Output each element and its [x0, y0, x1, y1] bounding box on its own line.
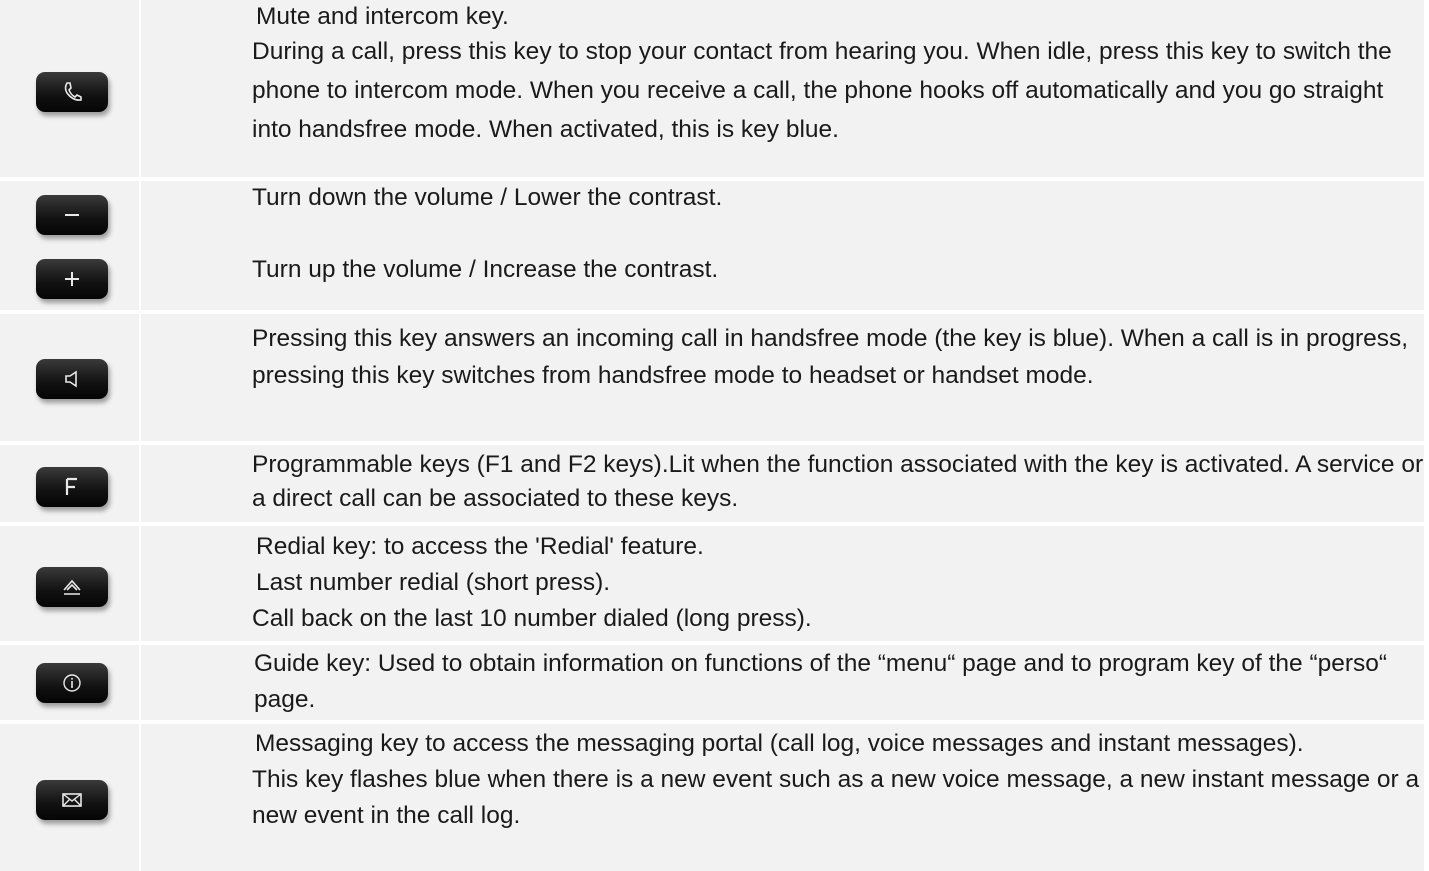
text-cell: Guide key: Used to obtain information on… — [140, 643, 1424, 724]
volume-up-text: Turn up the volume / Increase the contra… — [252, 256, 719, 283]
row-title: Redial key: to access the 'Redial' featu… — [256, 533, 704, 560]
table-row: Pressing this key answers an incoming ca… — [0, 312, 1424, 445]
icon-cell — [0, 179, 141, 314]
icon-cell — [0, 312, 141, 445]
mute-intercom-key-icon — [36, 72, 108, 112]
keys-table: Mute and intercom key. During a call, pr… — [0, 0, 1424, 871]
table-row: Guide key: Used to obtain information on… — [0, 643, 1424, 724]
speaker-key-icon — [36, 359, 108, 399]
text-cell: Mute and intercom key. During a call, pr… — [140, 0, 1424, 181]
table-row: Mute and intercom key. During a call, pr… — [0, 0, 1424, 181]
table-row: Programmable keys (F1 and F2 keys).Lit w… — [0, 443, 1424, 526]
text-cell: Turn down the volume / Lower the contras… — [140, 179, 1424, 314]
row-description: Guide key: Used to obtain information on… — [254, 650, 1388, 713]
row-description: During a call, press this key to stop yo… — [252, 38, 1392, 143]
row-description: Pressing this key answers an incoming ca… — [252, 325, 1409, 389]
text-cell: Redial key: to access the 'Redial' featu… — [140, 524, 1424, 645]
row-detail: Call back on the last 10 number dialed (… — [252, 605, 812, 632]
row-detail: Last number redial (short press). — [256, 569, 611, 596]
guide-info-key-icon — [36, 663, 108, 703]
icon-cell — [0, 643, 141, 724]
row-description: This key flashes blue when there is a ne… — [252, 766, 1420, 829]
text-cell: Pressing this key answers an incoming ca… — [140, 312, 1424, 445]
text-cell: Messaging key to access the messaging po… — [140, 722, 1424, 871]
row-description: Programmable keys (F1 and F2 keys).Lit w… — [252, 451, 1424, 512]
table-row: Redial key: to access the 'Redial' featu… — [0, 524, 1424, 645]
icon-cell — [0, 524, 141, 645]
programmable-f-key-icon — [36, 467, 108, 507]
table-row: Messaging key to access the messaging po… — [0, 722, 1424, 871]
volume-down-text: Turn down the volume / Lower the contras… — [252, 184, 723, 211]
icon-cell — [0, 722, 141, 871]
icon-cell — [0, 0, 141, 181]
messaging-envelope-key-icon — [36, 780, 108, 820]
volume-down-key-icon — [36, 195, 108, 235]
row-title: Messaging key to access the messaging po… — [255, 730, 1304, 757]
volume-up-key-icon — [36, 259, 108, 299]
icon-cell — [0, 443, 141, 526]
row-title: Mute and intercom key. — [256, 3, 509, 30]
text-cell: Programmable keys (F1 and F2 keys).Lit w… — [140, 443, 1424, 526]
table-row: Turn down the volume / Lower the contras… — [0, 179, 1424, 314]
redial-key-icon — [36, 567, 108, 607]
